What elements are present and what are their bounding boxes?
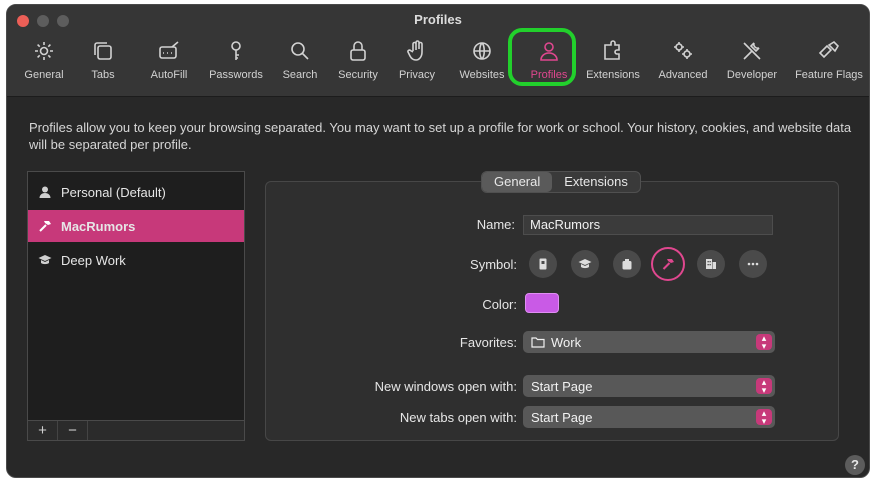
symbol-briefcase[interactable]: [613, 250, 641, 278]
tab-label: Extensions: [586, 69, 640, 81]
tab-developer[interactable]: Developer: [719, 35, 785, 91]
tab-label: AutoFill: [150, 69, 188, 81]
profiles-highlight-annotation: [508, 28, 576, 86]
tab-privacy[interactable]: Privacy: [393, 35, 441, 91]
graduation-cap-icon: [578, 259, 592, 269]
tab-label: Privacy: [398, 69, 436, 81]
titlebar: Profiles General Tabs AutoFill Passwords…: [7, 5, 869, 97]
tab-websites[interactable]: Websites: [453, 35, 511, 91]
folder-icon: [531, 337, 545, 348]
flags-icon: [818, 40, 840, 59]
tab-label: Developer: [726, 69, 778, 81]
profile-label: Personal (Default): [61, 184, 166, 200]
tab-label: Websites: [459, 69, 505, 81]
id-badge-icon: [539, 258, 547, 270]
profile-item-deep-work[interactable]: Deep Work: [28, 244, 244, 276]
new-tabs-value: Start Page: [531, 409, 593, 425]
autofill-icon: [159, 41, 179, 59]
tab-advanced[interactable]: Advanced: [653, 35, 713, 91]
tab-security[interactable]: Security: [329, 35, 387, 91]
new-windows-value: Start Page: [531, 378, 593, 394]
more-icon: [747, 262, 759, 266]
search-icon: [291, 42, 309, 60]
building-icon: [706, 259, 716, 269]
profiles-list: Personal (Default) MacRumors Deep Work +…: [27, 171, 245, 441]
help-button[interactable]: ?: [845, 455, 865, 475]
new-tabs-popup[interactable]: Start Page ▴ ▾: [523, 406, 775, 428]
tab-general-segment[interactable]: General: [482, 172, 553, 192]
person-icon: [39, 186, 51, 198]
globe-icon: [473, 42, 491, 60]
tab-label: Advanced: [658, 69, 708, 81]
hammer-icon: [39, 221, 51, 232]
profile-item-personal[interactable]: Personal (Default): [28, 176, 244, 208]
favorites-popup[interactable]: Work ▴ ▾: [523, 331, 775, 353]
favorites-value: Work: [551, 334, 582, 350]
chevron-updown-icon: ▴ ▾: [756, 334, 772, 351]
symbol-hammer[interactable]: [651, 247, 685, 281]
tab-label: Security: [338, 69, 378, 81]
tab-label: Tabs: [91, 69, 115, 81]
profiles-description: Profiles allow you to keep your browsing…: [29, 120, 852, 152]
tab-feature-flags[interactable]: Feature Flags: [791, 35, 867, 91]
symbol-label: Symbol:: [470, 257, 517, 272]
puzzle-icon: [604, 40, 620, 60]
tab-extensions[interactable]: Extensions: [581, 35, 645, 91]
hand-icon: [407, 40, 423, 61]
profile-label: Deep Work: [61, 252, 126, 268]
new-windows-popup[interactable]: Start Page ▴ ▾: [523, 375, 775, 397]
tab-extensions-segment[interactable]: Extensions: [552, 172, 640, 192]
tab-label: Passwords: [209, 69, 263, 81]
gears-icon: [674, 42, 692, 59]
color-label: Color:: [482, 297, 517, 312]
symbol-graduation-cap[interactable]: [571, 250, 599, 278]
name-label: Name:: [476, 217, 515, 232]
preferences-window: Profiles General Tabs AutoFill Passwords…: [6, 4, 870, 478]
tabs-icon: [94, 42, 112, 60]
symbol-more[interactable]: [739, 250, 767, 278]
preferences-toolbar: General Tabs AutoFill Passwords Search S…: [7, 35, 869, 91]
tab-passwords[interactable]: Passwords: [203, 35, 269, 91]
tab-general[interactable]: General: [17, 35, 71, 91]
gear-icon: [35, 42, 53, 60]
symbol-id-badge[interactable]: [529, 250, 557, 278]
tab-autofill[interactable]: AutoFill: [141, 35, 197, 91]
graduation-cap-icon: [38, 255, 52, 265]
add-profile-button[interactable]: +: [28, 421, 58, 440]
chevron-updown-icon: ▴ ▾: [756, 378, 772, 395]
new-tabs-label: New tabs open with:: [399, 410, 517, 425]
profile-item-macrumors[interactable]: MacRumors: [28, 210, 244, 242]
tab-tabs[interactable]: Tabs: [83, 35, 123, 91]
lock-icon: [350, 41, 366, 61]
new-windows-label: New windows open with:: [374, 379, 517, 394]
profile-tabs: General Extensions: [481, 171, 641, 193]
tab-label: General: [24, 69, 64, 81]
chevron-updown-icon: ▴ ▾: [756, 409, 772, 426]
tab-search[interactable]: Search: [275, 35, 325, 91]
briefcase-icon: [622, 259, 632, 270]
tab-label: Feature Flags: [795, 69, 863, 81]
profile-label: MacRumors: [61, 218, 136, 234]
name-field[interactable]: MacRumors: [523, 215, 773, 235]
remove-profile-button[interactable]: −: [58, 421, 88, 440]
key-icon: [231, 41, 241, 60]
tools-icon: [743, 42, 761, 60]
tab-label: Search: [282, 69, 318, 81]
window-title: Profiles: [414, 12, 462, 27]
color-well[interactable]: [525, 293, 559, 313]
hammer-icon: [662, 259, 674, 270]
list-controls: + −: [28, 420, 244, 440]
symbol-building[interactable]: [697, 250, 725, 278]
favorites-label: Favorites:: [459, 335, 517, 350]
